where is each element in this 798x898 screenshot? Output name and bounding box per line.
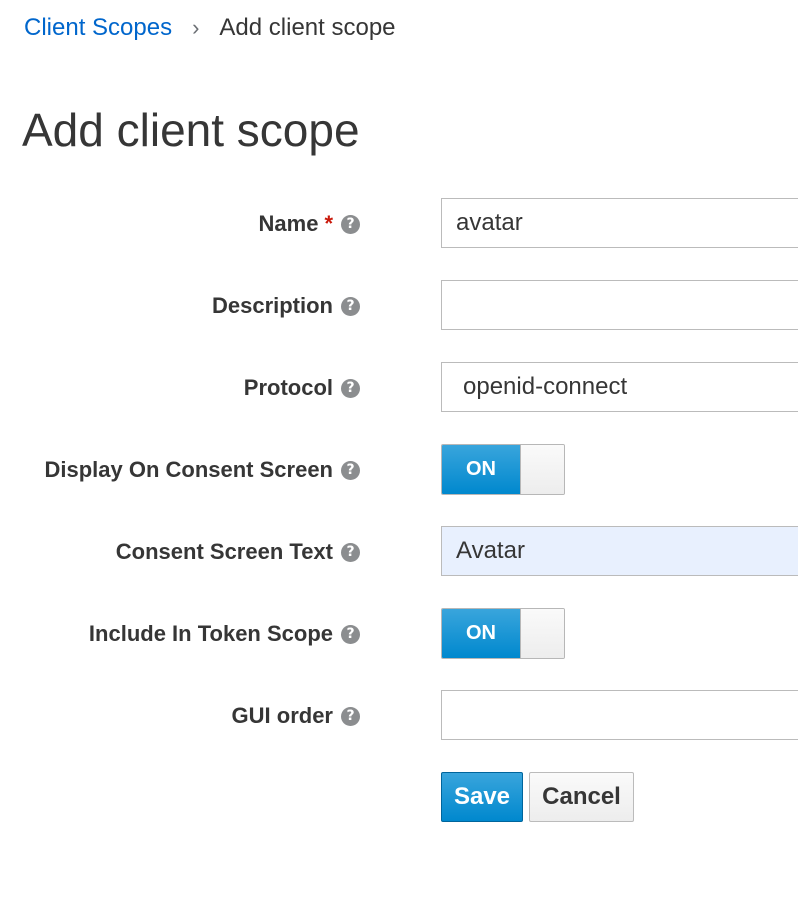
name-label-group: Name * ? [259, 198, 360, 250]
name-label: Name [258, 211, 319, 236]
question-circle-icon[interactable]: ? [341, 378, 360, 398]
include-in-token-toggle[interactable]: ON [441, 608, 565, 659]
gui-order-label-group: GUI order ? [232, 690, 360, 742]
include-in-token-label-group: Include In Token Scope ? [89, 608, 360, 660]
toggle-on-label: ON [442, 445, 521, 494]
cancel-button[interactable]: Cancel [529, 772, 634, 822]
question-circle-icon[interactable]: ? [341, 542, 360, 562]
protocol-select[interactable]: openid-connect [441, 362, 798, 412]
gui-order-input[interactable] [441, 690, 798, 740]
include-in-token-row: Include In Token Scope ? ON [0, 608, 798, 660]
breadcrumb-current: Add client scope [219, 14, 396, 41]
toggle-handle [521, 609, 564, 658]
display-on-consent-toggle[interactable]: ON [441, 444, 565, 495]
required-marker: * [324, 211, 333, 236]
question-circle-icon[interactable]: ? [341, 296, 360, 316]
consent-text-row: Consent Screen Text ? [0, 526, 798, 578]
display-on-consent-label: Display On Consent Screen [44, 457, 333, 482]
name-row: Name * ? [0, 198, 798, 250]
gui-order-row: GUI order ? [0, 690, 798, 742]
breadcrumb-client-scopes-link[interactable]: Client Scopes [24, 14, 172, 42]
breadcrumb: Client Scopes › Add client scope [24, 14, 396, 42]
display-on-consent-row: Display On Consent Screen ? ON [0, 444, 798, 496]
gui-order-label: GUI order [231, 703, 333, 728]
name-input[interactable] [441, 198, 798, 248]
description-label: Description [211, 293, 333, 318]
description-input[interactable] [441, 280, 798, 330]
display-on-consent-label-group: Display On Consent Screen ? [44, 444, 360, 496]
include-in-token-label: Include In Token Scope [88, 621, 333, 646]
consent-text-label-group: Consent Screen Text ? [116, 526, 360, 578]
question-circle-icon[interactable]: ? [341, 214, 360, 234]
consent-text-input[interactable] [441, 526, 798, 576]
consent-text-label: Consent Screen Text [115, 539, 333, 564]
toggle-handle [521, 445, 564, 494]
protocol-row: Protocol ? openid-connect [0, 362, 798, 414]
protocol-label: Protocol [243, 375, 333, 400]
chevron-right-icon: › [192, 15, 200, 40]
toggle-on-label: ON [442, 609, 521, 658]
question-circle-icon[interactable]: ? [341, 706, 360, 726]
question-circle-icon[interactable]: ? [341, 624, 360, 644]
question-circle-icon[interactable]: ? [341, 460, 360, 480]
save-button[interactable]: Save [441, 772, 523, 822]
protocol-label-group: Protocol ? [244, 362, 360, 414]
page-title: Add client scope [22, 104, 360, 156]
description-label-group: Description ? [212, 280, 360, 332]
description-row: Description ? [0, 280, 798, 332]
